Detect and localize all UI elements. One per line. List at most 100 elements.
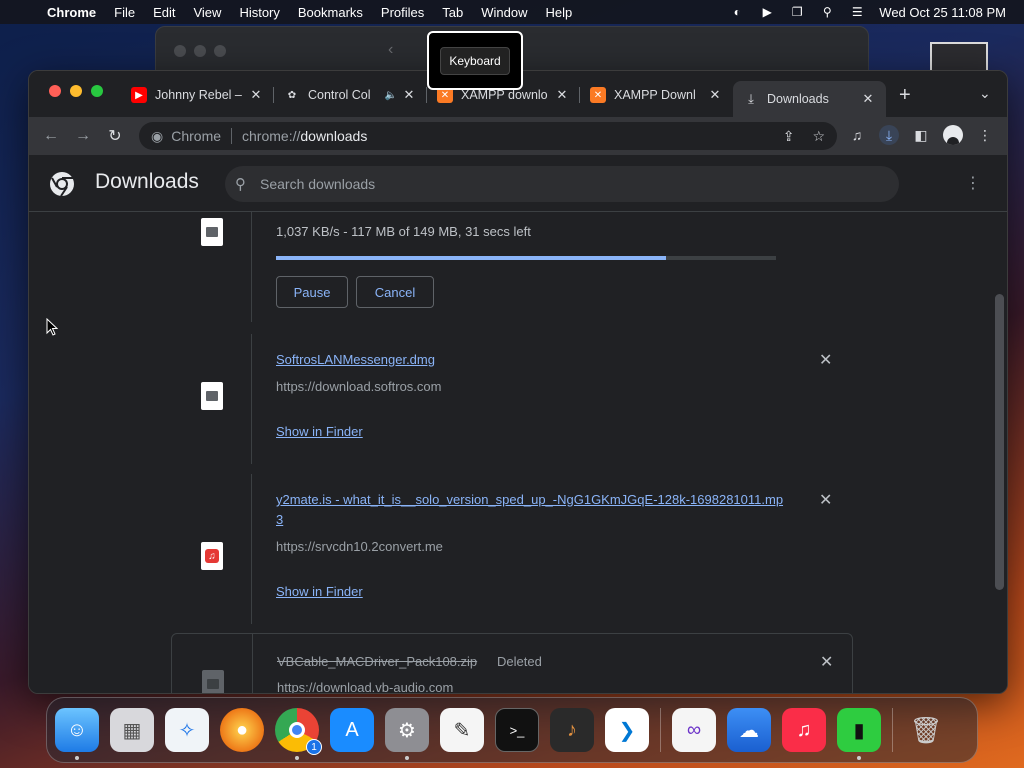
tab-control-col[interactable]: ✿ Control Col 🔈 ✕ bbox=[274, 81, 427, 109]
close-window-button[interactable] bbox=[49, 85, 61, 97]
system-settings-icon[interactable]: ⚙ bbox=[385, 708, 429, 760]
menu-file[interactable]: File bbox=[105, 5, 144, 20]
tab-close-icon[interactable]: ✕ bbox=[554, 87, 570, 103]
remove-download-icon[interactable]: ✕ bbox=[819, 490, 832, 510]
scrollbar[interactable] bbox=[995, 294, 1004, 590]
file-icon bbox=[201, 382, 223, 410]
file-icon bbox=[201, 218, 223, 246]
show-in-finder-link[interactable]: Show in Finder bbox=[276, 584, 363, 599]
play-icon[interactable]: ▶ bbox=[759, 5, 775, 19]
menu-edit[interactable]: Edit bbox=[144, 5, 184, 20]
tab-title: Johnny Rebel – bbox=[155, 88, 242, 102]
menu-app-name[interactable]: Chrome bbox=[38, 5, 105, 20]
show-in-finder-link[interactable]: Show in Finder bbox=[276, 424, 363, 439]
menu-profiles[interactable]: Profiles bbox=[372, 5, 433, 20]
screen-mirroring-icon[interactable]: ❐ bbox=[789, 5, 805, 19]
mouse-cursor-icon bbox=[46, 318, 58, 336]
site-label: Chrome bbox=[171, 128, 222, 144]
menu-tab[interactable]: Tab bbox=[433, 5, 472, 20]
remove-download-icon[interactable]: ✕ bbox=[820, 652, 833, 672]
back-button[interactable]: ← bbox=[35, 127, 67, 145]
dock: ☺ ▦ ✧ ● 1 A ⚙ ✎ >_ ♪ ❯ ∞ ☁ ♫ ▮ 🗑 bbox=[46, 697, 978, 763]
download-source-url: https://download.vb-audio.com bbox=[277, 680, 454, 694]
download-filename-link[interactable]: SoftrosLANMessenger.dmg bbox=[276, 350, 435, 370]
background-window-controls bbox=[174, 45, 226, 57]
firefox-icon[interactable]: ● bbox=[220, 708, 264, 752]
app-store-icon[interactable]: A bbox=[330, 708, 374, 752]
downloads-icon[interactable]: ⤓ bbox=[879, 125, 899, 145]
menubar-datetime[interactable]: Wed Oct 25 11:08 PM bbox=[879, 5, 1006, 20]
textedit-icon[interactable]: ✎ bbox=[440, 708, 484, 752]
launchpad-icon[interactable]: ▦ bbox=[110, 708, 154, 752]
pause-button[interactable]: Pause bbox=[276, 276, 348, 308]
tab-xampp-download-2[interactable]: ✕ XAMPP Downl ✕ bbox=[580, 81, 733, 109]
more-menu-icon[interactable]: ⋮ bbox=[975, 125, 995, 145]
chrome-badge: 1 bbox=[306, 739, 322, 755]
safari-icon[interactable]: ✧ bbox=[165, 708, 209, 752]
control-center-icon[interactable]: ☰ bbox=[849, 5, 865, 19]
search-box[interactable]: ⚲ bbox=[225, 166, 899, 202]
chrome-logo-icon bbox=[50, 172, 74, 197]
tab-search-chevron-icon[interactable]: ⌄ bbox=[979, 85, 991, 102]
finder-icon[interactable]: ☺ bbox=[55, 708, 99, 760]
garageband-icon[interactable]: ♪ bbox=[550, 708, 594, 752]
menu-history[interactable]: History bbox=[230, 5, 288, 20]
url-scheme: chrome:// bbox=[242, 128, 301, 144]
side-panel-icon[interactable]: ◧ bbox=[911, 125, 931, 145]
downloads-list: 1,037 KB/s - 117 MB of 149 MB, 31 secs l… bbox=[29, 212, 1007, 694]
terminal-icon[interactable]: >_ bbox=[495, 708, 539, 752]
tab-close-icon[interactable]: ✕ bbox=[401, 87, 417, 103]
zoom-window-button[interactable] bbox=[91, 85, 103, 97]
youtube-icon: ▶ bbox=[131, 87, 147, 103]
media-controls-icon[interactable]: ♫ bbox=[847, 125, 867, 145]
music-file-icon: ♫ bbox=[201, 542, 223, 570]
cancel-button[interactable]: Cancel bbox=[356, 276, 434, 308]
bookmark-star-icon[interactable]: ☆ bbox=[812, 128, 825, 145]
tab-close-icon[interactable]: ✕ bbox=[248, 87, 264, 103]
forward-button[interactable]: → bbox=[67, 127, 99, 145]
reload-button[interactable]: ↻ bbox=[99, 126, 131, 146]
chrome-icon[interactable]: 1 bbox=[275, 708, 322, 760]
tab-close-icon[interactable]: ✕ bbox=[860, 91, 876, 107]
tab-title: Control Col bbox=[308, 88, 371, 102]
vscode-icon[interactable]: ❯ bbox=[605, 708, 649, 752]
new-tab-button[interactable]: + bbox=[899, 84, 911, 107]
speaker-icon[interactable]: 🔈 bbox=[385, 90, 397, 101]
tab-johnny-rebel[interactable]: ▶ Johnny Rebel – ✕ bbox=[121, 81, 274, 109]
deleted-status: Deleted bbox=[497, 654, 542, 669]
vpn-icon[interactable]: ◐ bbox=[729, 5, 745, 19]
profile-avatar[interactable] bbox=[943, 125, 963, 145]
menu-window[interactable]: Window bbox=[472, 5, 536, 20]
remove-download-icon[interactable]: ✕ bbox=[819, 350, 832, 370]
download-item: SoftrosLANMessenger.dmg https://download… bbox=[171, 334, 853, 464]
menu-bookmarks[interactable]: Bookmarks bbox=[289, 5, 372, 20]
search-input[interactable] bbox=[260, 176, 820, 192]
menu-help[interactable]: Help bbox=[537, 5, 582, 20]
visual-studio-icon[interactable]: ∞ bbox=[672, 708, 716, 752]
address-bar[interactable]: ◉ Chrome chrome:// downloads ⇪ ☆ bbox=[139, 122, 837, 150]
deleted-filename: VBCable_MACDriver_Pack108.zip bbox=[277, 654, 478, 669]
music-icon[interactable]: ♫ bbox=[782, 708, 826, 752]
download-progress-bar bbox=[276, 256, 776, 260]
weather-icon[interactable]: ☁ bbox=[727, 708, 771, 752]
downloads-more-menu-icon[interactable]: ⋮ bbox=[965, 173, 981, 193]
download-icon: ⤓ bbox=[748, 91, 754, 106]
menu-view[interactable]: View bbox=[184, 5, 230, 20]
chrome-window: ▶ Johnny Rebel – ✕ ✿ Control Col 🔈 ✕ ✕ X… bbox=[28, 70, 1008, 694]
keyboard-tooltip: Keyboard bbox=[427, 31, 523, 90]
share-icon[interactable]: ⇪ bbox=[783, 128, 795, 145]
minimize-window-button[interactable] bbox=[70, 85, 82, 97]
spotlight-search-icon[interactable]: ⚲ bbox=[819, 5, 835, 19]
search-icon: ⚲ bbox=[235, 176, 246, 193]
back-arrow-icon: ‹ bbox=[388, 41, 394, 58]
tab-title: XAMPP Downl bbox=[614, 88, 696, 102]
zip-archiver-icon[interactable]: ▮ bbox=[837, 708, 881, 760]
control-icon: ✿ bbox=[287, 89, 297, 101]
tab-close-icon[interactable]: ✕ bbox=[707, 87, 723, 103]
downloads-header: Downloads ⚲ ⋮ bbox=[29, 155, 1007, 212]
tab-title: Downloads bbox=[767, 92, 829, 106]
tab-downloads[interactable]: ⤓ Downloads ✕ bbox=[733, 81, 886, 117]
download-filename-link[interactable]: y2mate.is - what_it_is__solo_version_spe… bbox=[276, 490, 786, 530]
trash-icon[interactable]: 🗑 bbox=[904, 708, 948, 752]
file-icon bbox=[202, 670, 224, 693]
